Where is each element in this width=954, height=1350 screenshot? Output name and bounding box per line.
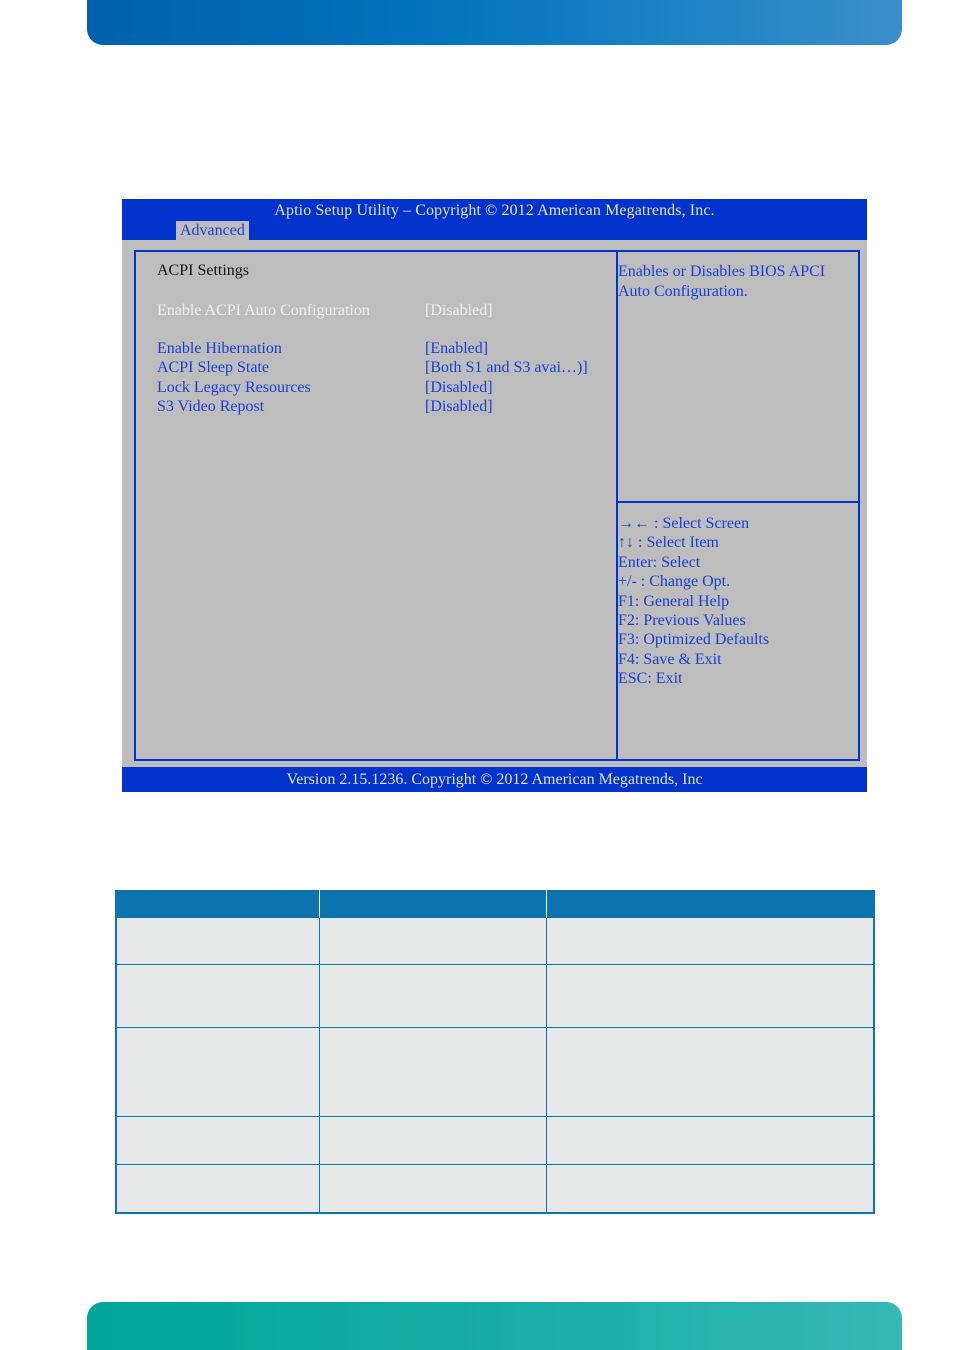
key-hint-select-screen: →← : Select Screen	[618, 515, 750, 532]
bios-footer: Version 2.15.1236. Copyright © 2012 Amer…	[122, 767, 867, 792]
table-header-cell	[318, 890, 547, 918]
table-cell	[318, 916, 547, 966]
key-hint-previous-values: F2: Previous Values	[618, 611, 746, 629]
section-title: ACPI Settings	[157, 262, 250, 279]
settings-panel: ACPI Settings Enable ACPI Auto Configura…	[134, 250, 618, 761]
top-banner	[87, 0, 902, 45]
setting-value[interactable]: [Enabled]	[425, 339, 488, 358]
key-hint-general-help: F1: General Help	[618, 592, 730, 610]
setting-value: [Disabled]	[425, 302, 493, 319]
setting-enable-hibernation[interactable]: Enable Hibernation [Enabled]	[157, 339, 617, 358]
table-cell	[115, 1027, 320, 1118]
setting-acpi-sleep-state[interactable]: ACPI Sleep State [Both S1 and S3 avai…)]	[157, 358, 617, 377]
key-hint-select-item: ↑↓ : Select Item	[618, 534, 719, 552]
table-cell	[318, 1116, 547, 1166]
table-header-cell	[115, 890, 320, 918]
bottom-banner	[87, 1302, 902, 1350]
table-row	[115, 916, 875, 966]
table-cell	[545, 1116, 875, 1166]
table-cell	[545, 1027, 875, 1118]
table-cell	[115, 964, 320, 1029]
table-cell	[545, 1164, 875, 1215]
help-panel: Enables or Disables BIOS APCI Auto Confi…	[616, 250, 860, 761]
table-cell	[318, 964, 547, 1029]
tab-advanced[interactable]: Advanced	[176, 221, 249, 240]
table-row	[115, 1027, 875, 1118]
help-text: Enables or Disables BIOS APCI Auto Confi…	[618, 263, 826, 300]
table-row	[115, 1116, 875, 1166]
setting-label: ACPI Sleep State	[157, 359, 269, 376]
setting-s3-video-repost[interactable]: S3 Video Repost [Disabled]	[157, 397, 617, 416]
table-row	[115, 1164, 875, 1215]
key-hint-enter-select: Enter: Select	[618, 553, 701, 571]
key-hint-change-opt: +/- : Change Opt.	[618, 573, 731, 591]
setting-label: Lock Legacy Resources	[157, 379, 311, 396]
table-cell	[545, 964, 875, 1029]
key-hint-optimized-defaults: F3: Optimized Defaults	[618, 631, 770, 649]
key-hint-save-exit: F4: Save & Exit	[618, 650, 722, 668]
table-cell	[545, 916, 875, 966]
setting-enable-acpi-auto-configuration: Enable ACPI Auto Configuration [Disabled…	[157, 301, 617, 320]
setting-label: Enable ACPI Auto Configuration	[157, 302, 370, 319]
help-divider	[616, 501, 858, 503]
bios-title: Aptio Setup Utility – Copyright © 2012 A…	[274, 202, 715, 219]
settings-table	[115, 890, 875, 1215]
bios-header: Aptio Setup Utility – Copyright © 2012 A…	[122, 199, 867, 240]
setting-value[interactable]: [Both S1 and S3 avai…)]	[425, 358, 588, 377]
setting-lock-legacy-resources[interactable]: Lock Legacy Resources [Disabled]	[157, 378, 617, 397]
bios-screenshot: Aptio Setup Utility – Copyright © 2012 A…	[122, 199, 867, 792]
table-cell	[115, 916, 320, 966]
table-cell	[115, 1116, 320, 1166]
setting-value[interactable]: [Disabled]	[425, 378, 493, 397]
table-cell	[318, 1027, 547, 1118]
table-cell	[318, 1164, 547, 1215]
table-row	[115, 964, 875, 1029]
setting-label: S3 Video Repost	[157, 398, 265, 415]
setting-label: Enable Hibernation	[157, 340, 282, 357]
key-hints: →← : Select Screen ↑↓ : Select Item Ente…	[618, 514, 858, 689]
table-cell	[115, 1164, 320, 1215]
table-header-row	[115, 890, 875, 918]
table-header-cell	[545, 890, 875, 918]
setting-value[interactable]: [Disabled]	[425, 397, 493, 416]
key-hint-esc-exit: ESC: Exit	[618, 670, 683, 688]
